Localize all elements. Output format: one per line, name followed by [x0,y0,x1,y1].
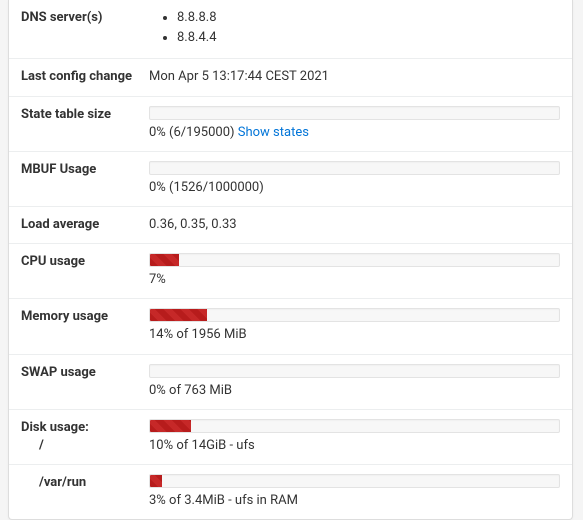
cpu-text: 7% [149,271,560,289]
system-info-panel: DNS server(s) 8.8.8.8 8.8.4.4 Last confi… [8,0,573,520]
disk-root-value: 10% of 14GiB - ufs [149,419,560,455]
dns-server-item: 8.8.8.8 [177,9,560,27]
memory-progress [149,308,560,322]
state-table-progress [149,106,560,120]
cpu-value: 7% [149,253,560,289]
state-table-label: State table size [21,106,149,124]
disk-root-mount: / [21,437,149,455]
cpu-progress [149,253,560,267]
dns-row: DNS server(s) 8.8.8.8 8.8.4.4 [9,0,572,58]
disk-varrun-label: /var/run [21,474,149,492]
swap-progress [149,364,560,378]
swap-label: SWAP usage [21,364,149,382]
disk-root-progress-bar [150,420,191,432]
disk-root-text: 10% of 14GiB - ufs [149,437,560,455]
mbuf-text: 0% (1526/1000000) [149,179,560,197]
mbuf-value: 0% (1526/1000000) [149,161,560,197]
load-label: Load average [21,216,149,234]
disk-varrun-row: /var/run 3% of 3.4MiB - ufs in RAM [9,464,572,519]
disk-varrun-value: 3% of 3.4MiB - ufs in RAM [149,474,560,510]
disk-varrun-progress [149,474,560,488]
memory-text: 14% of 1956 MiB [149,326,560,344]
last-config-value: Mon Apr 5 13:17:44 CEST 2021 [149,68,560,86]
mbuf-label: MBUF Usage [21,161,149,179]
disk-root-progress [149,419,560,433]
state-table-value: 0% (6/195000) Show states [149,106,560,142]
memory-value: 14% of 1956 MiB [149,308,560,344]
dns-value: 8.8.8.8 8.8.4.4 [149,9,560,49]
disk-varrun-mount: /var/run [21,474,149,492]
load-value: 0.36, 0.35, 0.33 [149,216,560,234]
memory-progress-bar [150,309,207,321]
dns-list: 8.8.8.8 8.8.4.4 [149,9,560,47]
memory-row: Memory usage 14% of 1956 MiB [9,298,572,353]
swap-row: SWAP usage 0% of 763 MiB [9,354,572,409]
disk-root-row: Disk usage: / 10% of 14GiB - ufs [9,409,572,464]
mbuf-progress [149,161,560,175]
dns-server-item: 8.8.4.4 [177,29,560,47]
memory-label: Memory usage [21,308,149,326]
cpu-label: CPU usage [21,253,149,271]
last-config-label: Last config change [21,68,149,86]
swap-value: 0% of 763 MiB [149,364,560,400]
cpu-row: CPU usage 7% [9,243,572,298]
last-config-row: Last config change Mon Apr 5 13:17:44 CE… [9,58,572,95]
load-row: Load average 0.36, 0.35, 0.33 [9,206,572,243]
dns-label: DNS server(s) [21,9,149,27]
disk-varrun-progress-bar [150,475,162,487]
cpu-progress-bar [150,254,179,266]
show-states-link[interactable]: Show states [238,125,309,140]
state-table-text: 0% (6/195000) [149,125,238,140]
state-table-row: State table size 0% (6/195000) Show stat… [9,96,572,151]
mbuf-row: MBUF Usage 0% (1526/1000000) [9,151,572,206]
swap-text: 0% of 763 MiB [149,382,560,400]
disk-root-label: Disk usage: / [21,419,149,455]
disk-usage-label: Disk usage: [21,419,149,437]
